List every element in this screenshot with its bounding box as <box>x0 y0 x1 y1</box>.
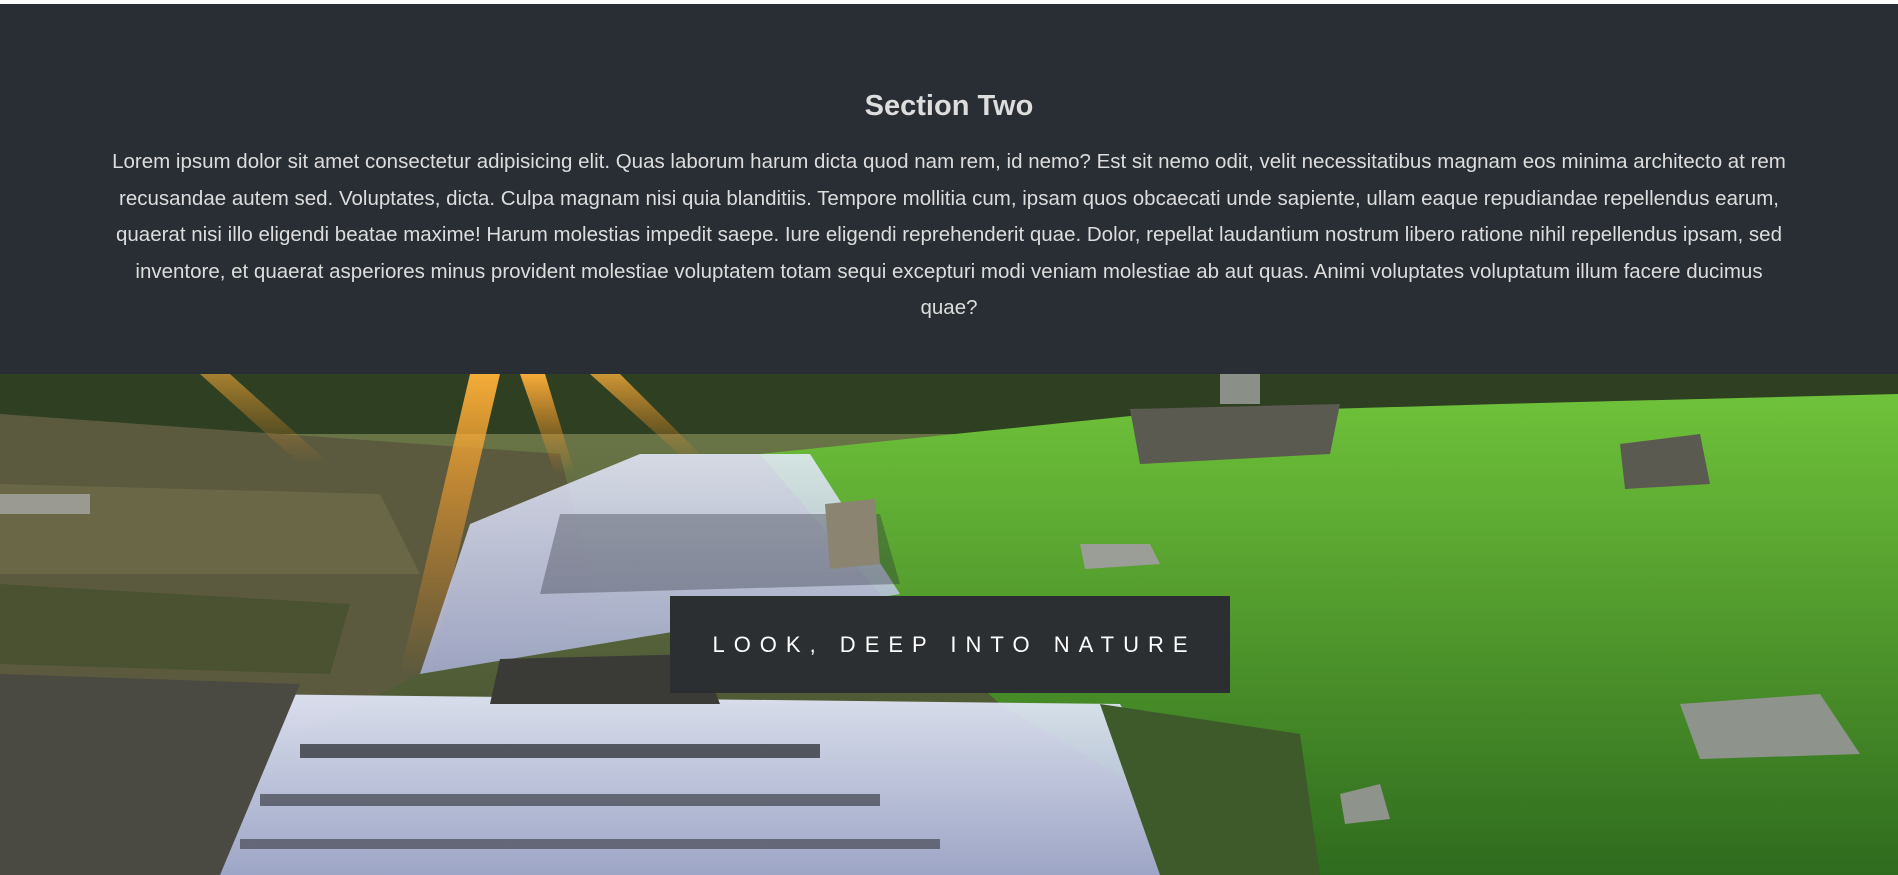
hero-caption-box: Look, deep into nature <box>670 596 1230 693</box>
section-body-text: Lorem ipsum dolor sit amet consectetur a… <box>112 150 1786 319</box>
section-two: Section Two Lorem ipsum dolor sit amet c… <box>0 4 1898 374</box>
nature-hero-image: Look, deep into nature <box>0 374 1898 875</box>
section-title: Section Two <box>864 90 1034 122</box>
hero-caption-text: Look, deep into nature <box>712 631 1197 657</box>
